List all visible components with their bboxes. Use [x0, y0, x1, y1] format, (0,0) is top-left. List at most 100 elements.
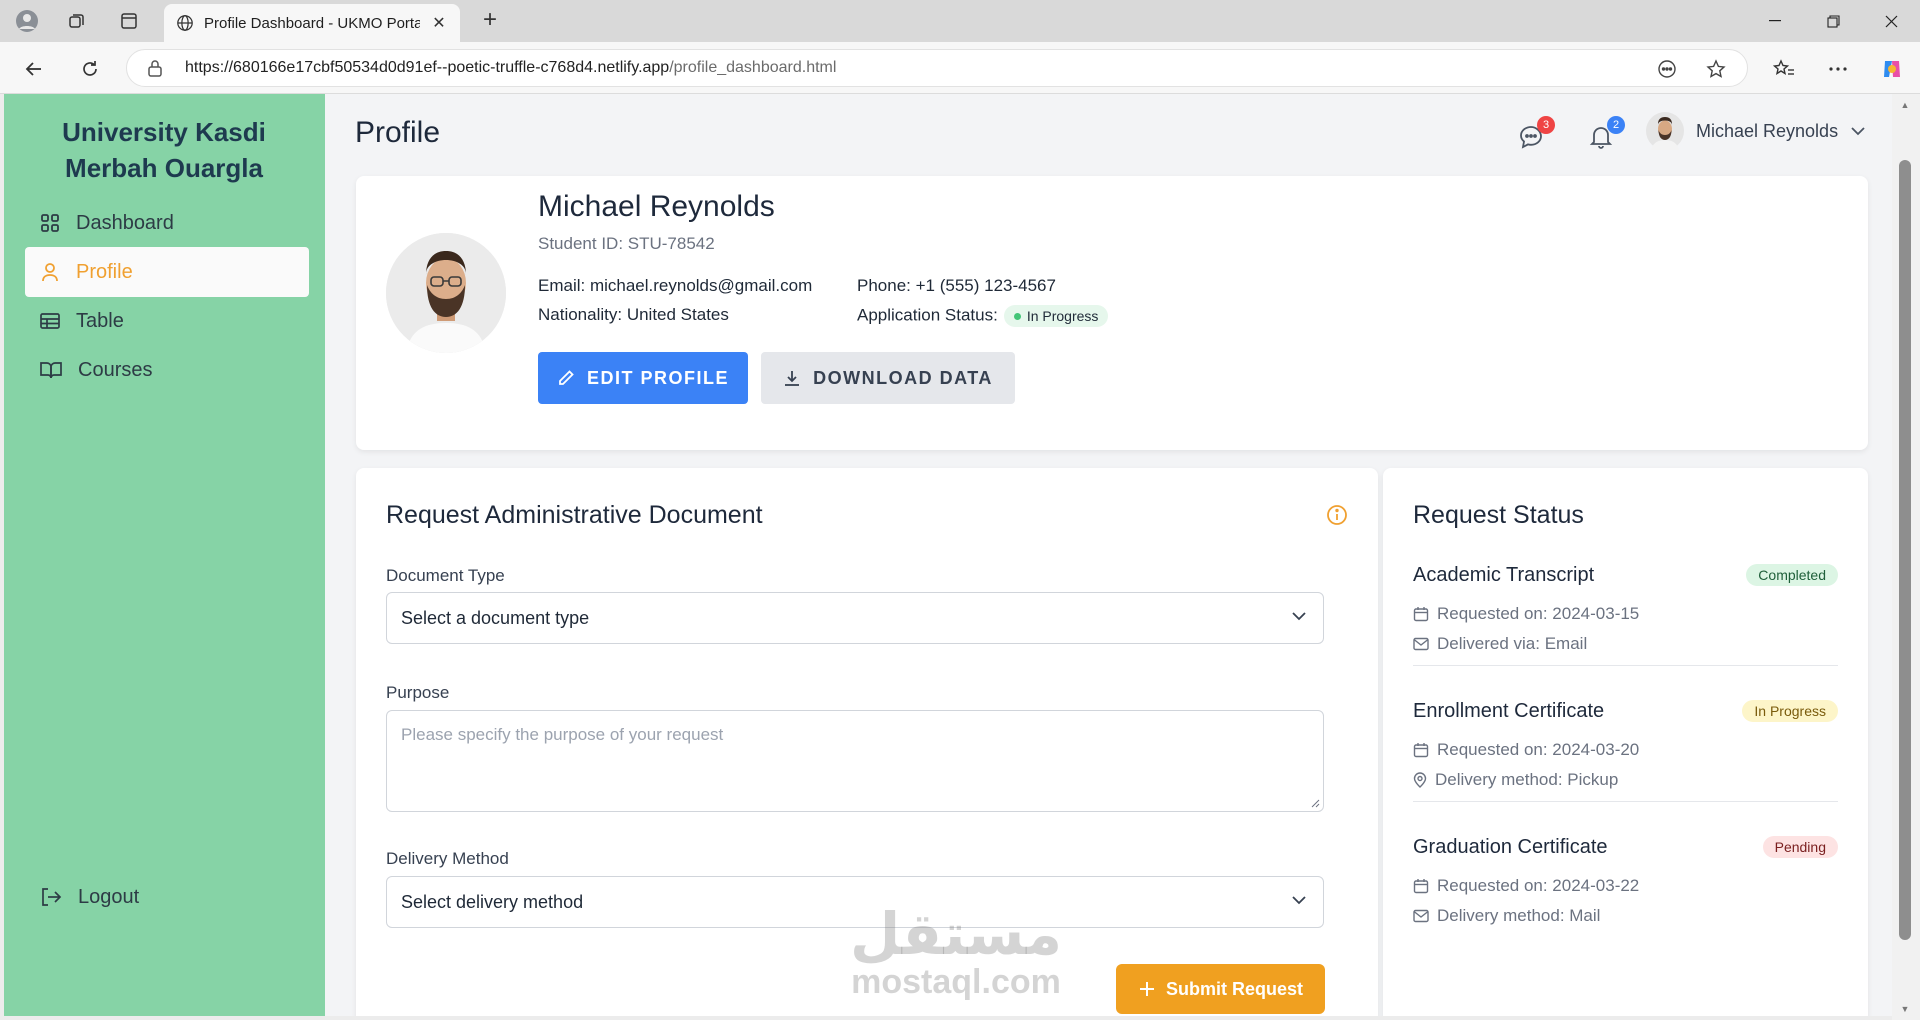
logout-label: Logout	[78, 885, 140, 908]
avatar	[1646, 112, 1684, 150]
pencil-icon	[559, 370, 574, 385]
copilot-icon[interactable]	[1878, 55, 1906, 83]
request-item-date: Requested on: 2024-03-22	[1413, 876, 1639, 896]
notifications-button[interactable]: 2	[1583, 116, 1625, 154]
resize-handle-icon[interactable]	[1310, 798, 1320, 808]
sidebar-item-label: Dashboard	[76, 211, 174, 234]
settings-more-icon[interactable]	[1824, 55, 1852, 83]
request-item-delivery-text: Delivered via: Email	[1437, 634, 1588, 653]
minimize-icon[interactable]	[1752, 6, 1798, 36]
grid-icon	[41, 214, 59, 232]
scroll-down-icon[interactable]: ▼	[1900, 1004, 1910, 1014]
purpose-label: Purpose	[386, 683, 450, 702]
status-dot-icon	[1013, 312, 1021, 320]
user-menu[interactable]: Michael Reynolds	[1646, 112, 1866, 150]
download-data-button[interactable]: DOWNLOAD DATA	[761, 352, 1015, 404]
status-badge: In Progress	[1003, 305, 1109, 327]
document-type-label: Document Type	[386, 566, 505, 585]
application-status: Application Status: In Progress	[857, 305, 1109, 327]
sidebar-item-label: Table	[76, 309, 124, 332]
profile-avatar-icon[interactable]	[14, 9, 40, 33]
status-badge: In Progress	[1742, 700, 1838, 722]
browser-tab-bar: Profile Dashboard - UKMO Portal ✕ +	[0, 0, 1920, 42]
reload-icon[interactable]	[76, 55, 104, 83]
purpose-textarea[interactable]: Please specify the purpose of your reque…	[386, 710, 1324, 812]
table-icon	[40, 313, 60, 329]
book-icon	[40, 362, 62, 379]
messages-button[interactable]: 3	[1513, 116, 1555, 154]
favorites-list-icon[interactable]	[1770, 55, 1798, 83]
profile-photo	[386, 233, 506, 353]
status-badge: Completed	[1746, 564, 1838, 586]
request-item-title: Graduation Certificate	[1413, 836, 1608, 858]
url-path: /profile_dashboard.html	[669, 59, 837, 76]
submit-request-button[interactable]: Submit Request	[1116, 964, 1325, 1014]
scroll-up-icon[interactable]: ▲	[1900, 100, 1910, 110]
restore-icon[interactable]	[1810, 6, 1856, 36]
request-item-title: Enrollment Certificate	[1413, 700, 1605, 722]
request-item-delivery-text: Delivery method: Mail	[1437, 906, 1601, 925]
logout-button[interactable]: Logout	[25, 872, 309, 922]
request-document-card: Request Administrative Document Document…	[356, 468, 1378, 1016]
more-tools-icon[interactable]	[1655, 58, 1679, 80]
chevron-down-icon	[1851, 127, 1865, 136]
tab-title: Profile Dashboard - UKMO Portal	[204, 14, 420, 32]
sidebar-item-profile[interactable]: Profile	[25, 247, 309, 297]
profile-email: Email: michael.reynolds@gmail.com	[538, 276, 813, 295]
chevron-down-icon	[1292, 896, 1306, 905]
tab-actions-icon[interactable]	[116, 9, 142, 33]
app-root: University Kasdi Merbah Ouargla Dashboar…	[4, 94, 1892, 1016]
logout-icon	[42, 888, 62, 906]
delivery-method-select[interactable]: Select delivery method	[386, 876, 1324, 928]
sidebar-item-courses[interactable]: Courses	[25, 345, 309, 395]
messages-badge: 3	[1537, 116, 1555, 134]
profile-name: Michael Reynolds	[538, 190, 775, 223]
delivery-method-label: Delivery Method	[386, 849, 509, 868]
submit-request-label: Submit Request	[1165, 978, 1303, 999]
back-arrow-icon[interactable]	[20, 55, 48, 83]
profile-nationality: Nationality: United States	[538, 305, 729, 324]
info-icon[interactable]	[1326, 504, 1348, 531]
url-field[interactable]: https://680166e17cbf50534d0d91ef--poetic…	[126, 49, 1748, 87]
chevron-down-icon	[1292, 612, 1306, 621]
request-item-date: Requested on: 2024-03-20	[1413, 740, 1639, 760]
application-status-label: Application Status:	[857, 305, 998, 325]
purpose-placeholder: Please specify the purpose of your reque…	[401, 725, 724, 744]
top-header: Profile 3 2 Michael Reynolds	[325, 94, 1892, 176]
status-badge: Pending	[1762, 836, 1838, 858]
mail-icon	[1413, 909, 1429, 923]
request-item-delivery: Delivery method: Mail	[1413, 906, 1600, 926]
delivery-method-value: Select delivery method	[401, 891, 584, 912]
user-icon	[42, 263, 58, 282]
close-tab-icon[interactable]: ✕	[430, 13, 448, 33]
page-title: Profile	[355, 116, 441, 149]
download-icon	[785, 371, 800, 386]
location-icon	[1413, 772, 1427, 788]
request-item-delivery: Delivered via: Email	[1413, 634, 1587, 654]
new-tab-button[interactable]: +	[476, 8, 504, 34]
brand-title: University Kasdi Merbah Ouargla	[62, 117, 266, 183]
plus-icon	[1139, 982, 1154, 996]
lock-icon	[147, 59, 163, 82]
workspaces-icon[interactable]	[64, 9, 90, 33]
divider	[1413, 801, 1838, 802]
sidebar-item-label: Profile	[76, 260, 133, 283]
status-badge-text: In Progress	[1026, 308, 1099, 324]
notifications-badge: 2	[1607, 116, 1625, 134]
edit-profile-button[interactable]: EDIT PROFILE	[538, 352, 748, 404]
request-item-delivery: Delivery method: Pickup	[1413, 770, 1618, 790]
request-item-title: Academic Transcript	[1413, 564, 1595, 586]
sidebar-item-dashboard[interactable]: Dashboard	[25, 198, 309, 248]
browser-tab-active[interactable]: Profile Dashboard - UKMO Portal ✕	[164, 4, 460, 42]
request-item-delivery-text: Delivery method: Pickup	[1435, 770, 1619, 789]
browser-address-bar: https://680166e17cbf50534d0d91ef--poetic…	[0, 42, 1920, 94]
request-item-date: Requested on: 2024-03-15	[1413, 604, 1639, 624]
document-type-select[interactable]: Select a document type	[386, 592, 1324, 644]
sidebar-item-table[interactable]: Table	[25, 296, 309, 346]
scrollbar-thumb[interactable]	[1899, 160, 1911, 940]
divider	[1413, 665, 1838, 666]
favorite-star-icon[interactable]	[1704, 58, 1728, 80]
request-item-date-text: Requested on: 2024-03-20	[1437, 740, 1640, 759]
download-data-label: DOWNLOAD DATA	[813, 367, 993, 388]
close-window-icon[interactable]	[1868, 6, 1914, 36]
